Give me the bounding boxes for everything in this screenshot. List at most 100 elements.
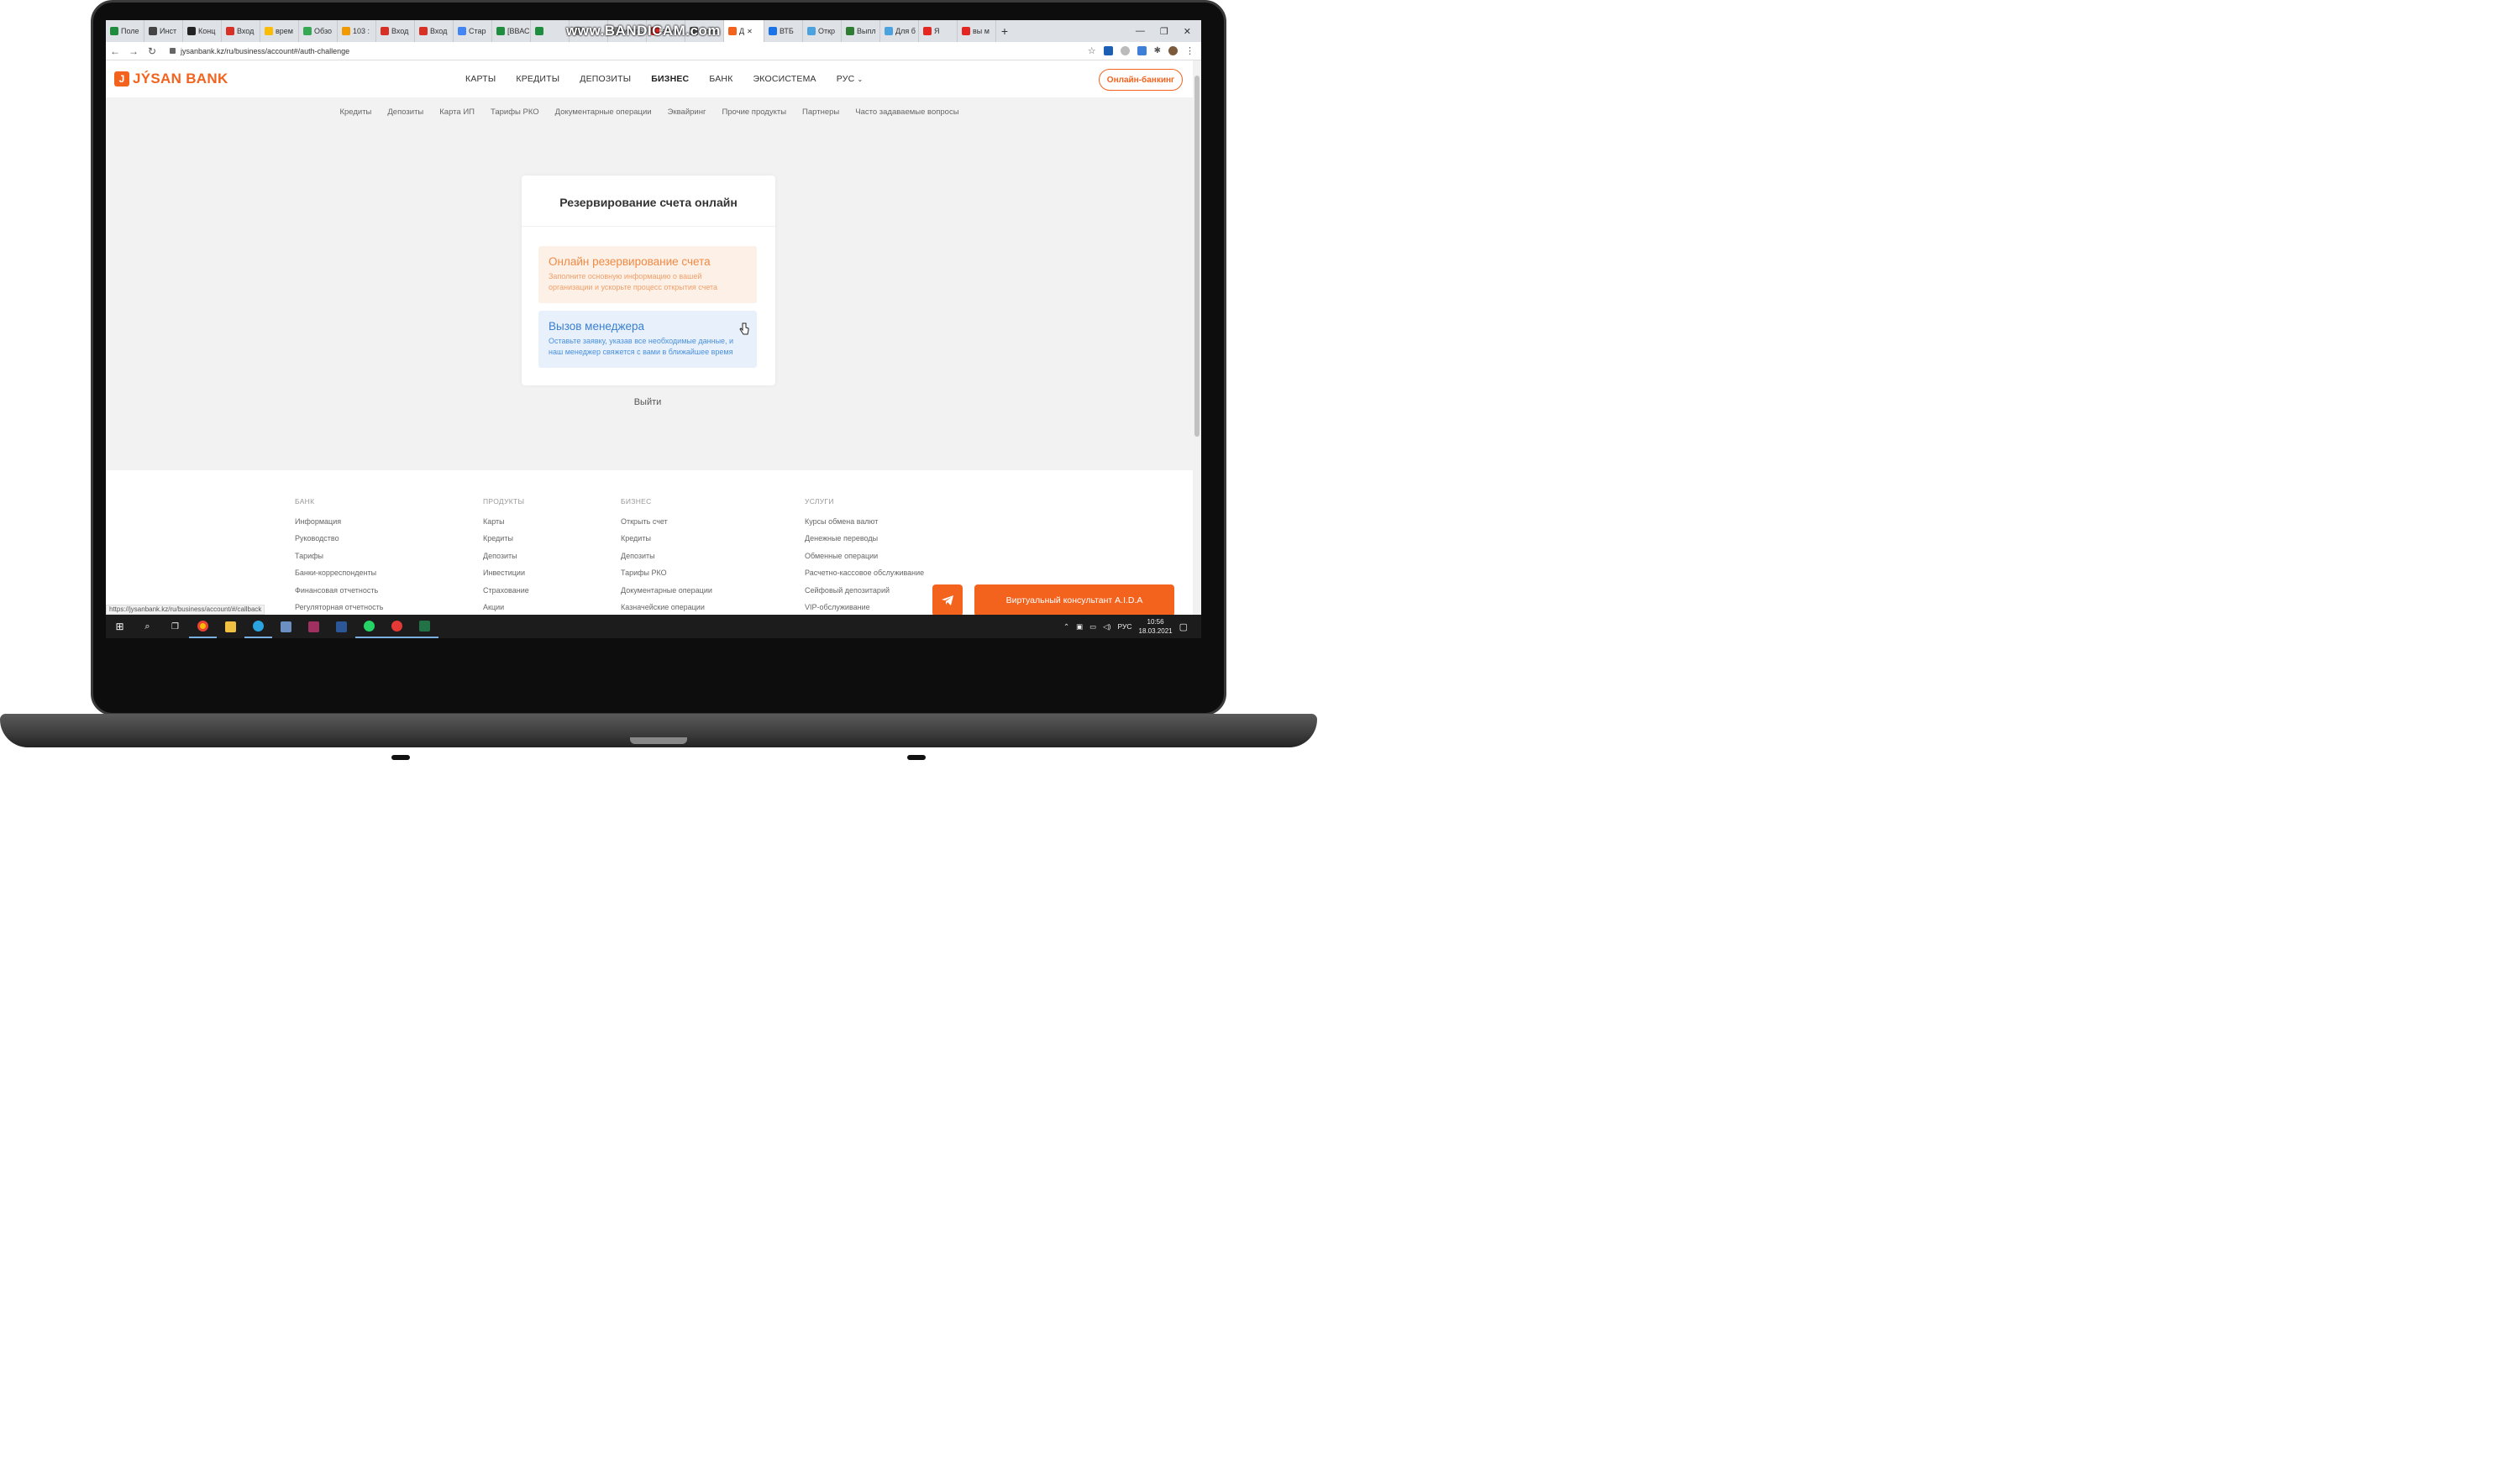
- nav-item-cards[interactable]: КАРТЫ: [465, 74, 496, 84]
- telegram-app-icon[interactable]: [244, 615, 272, 638]
- telegram-button[interactable]: [932, 584, 963, 616]
- menu-dots-icon[interactable]: ⋮: [1185, 45, 1194, 56]
- nav-item-deposits[interactable]: ДЕПОЗИТЫ: [580, 74, 631, 84]
- footer-link[interactable]: Сейфовый депозитарий: [805, 586, 924, 603]
- extension-icon[interactable]: [1137, 46, 1147, 55]
- app-icon[interactable]: [272, 615, 300, 638]
- bandicam-icon[interactable]: [383, 615, 411, 638]
- footer-link[interactable]: Банки-корреспонденты: [295, 569, 383, 585]
- online-banking-button[interactable]: Онлайн-банкинг: [1099, 69, 1183, 91]
- browser-tab[interactable]: Д ✕: [724, 20, 764, 42]
- browser-tab[interactable]: Для б: [880, 20, 919, 42]
- back-icon[interactable]: ←: [106, 45, 124, 57]
- browser-tab[interactable]: 103 :: [338, 20, 376, 42]
- whatsapp-icon[interactable]: [355, 615, 383, 638]
- subnav-item-documentary[interactable]: Документарные операции: [555, 107, 652, 117]
- scrollbar-thumb[interactable]: [1194, 76, 1200, 437]
- browser-tab[interactable]: вы м: [958, 20, 996, 42]
- footer-link[interactable]: Страхование: [483, 586, 529, 603]
- browser-tab[interactable]: Инст: [144, 20, 183, 42]
- profile-avatar[interactable]: [1168, 46, 1178, 55]
- tray-chevron-icon[interactable]: ⌃: [1063, 622, 1069, 632]
- footer-link[interactable]: Финансовая отчетность: [295, 586, 383, 603]
- subnav-item-rko-tariffs[interactable]: Тарифы РКО: [491, 107, 539, 117]
- file-explorer-icon[interactable]: [217, 615, 244, 638]
- footer-link[interactable]: Курсы обмена валют: [805, 517, 924, 534]
- footer-link[interactable]: Кредиты: [483, 534, 529, 551]
- browser-tab[interactable]: Поле: [106, 20, 144, 42]
- task-view-icon[interactable]: ❐: [161, 615, 189, 638]
- subnav-item-other[interactable]: Прочие продукты: [722, 107, 786, 117]
- footer-link[interactable]: Расчетно-кассовое обслуживание: [805, 569, 924, 585]
- footer-link[interactable]: Тарифы РКО: [621, 569, 712, 585]
- footer-link[interactable]: Инвестиции: [483, 569, 529, 585]
- footer-link[interactable]: Информация: [295, 517, 383, 534]
- footer-link[interactable]: Открыть счет: [621, 517, 712, 534]
- subnav-item-credits[interactable]: Кредиты: [339, 107, 371, 117]
- word-icon[interactable]: [328, 615, 355, 638]
- browser-tab[interactable]: Стар: [454, 20, 492, 42]
- footer-link[interactable]: Документарные операции: [621, 586, 712, 603]
- extension-icon[interactable]: [1103, 46, 1113, 55]
- clock[interactable]: 10:56 18.03.2021: [1139, 617, 1173, 636]
- footer-link[interactable]: Карты: [483, 517, 529, 534]
- volume-icon[interactable]: ◁): [1103, 622, 1110, 632]
- excel-icon[interactable]: [411, 615, 438, 638]
- virtual-consultant-button[interactable]: Виртуальный консультант A.I.D.A: [974, 584, 1174, 616]
- nav-item-ecosystem[interactable]: ЭКОСИСТЕМА: [753, 74, 816, 84]
- browser-tab[interactable]: Выпл: [842, 20, 880, 42]
- windows-start-icon[interactable]: ⊞: [106, 615, 134, 638]
- online-reservation-option[interactable]: Онлайн резервирование счета Заполните ос…: [538, 246, 757, 303]
- browser-tab[interactable]: Я: [919, 20, 958, 42]
- call-manager-option[interactable]: Вызов менеджера Оставьте заявку, указав …: [538, 311, 757, 368]
- nav-item-business[interactable]: БИЗНЕС: [651, 74, 689, 84]
- new-tab-button[interactable]: +: [996, 24, 1013, 38]
- forward-icon[interactable]: →: [124, 45, 143, 57]
- tab-favicon-icon: [923, 27, 932, 35]
- language-indicator[interactable]: РУС: [1118, 622, 1132, 631]
- browser-tab[interactable]: Обзо: [299, 20, 338, 42]
- browser-tab[interactable]: врем: [260, 20, 299, 42]
- chrome-icon[interactable]: [189, 615, 217, 638]
- footer-link[interactable]: Обменные операции: [805, 552, 924, 569]
- browser-tab[interactable]: ВТБ: [764, 20, 803, 42]
- reload-icon[interactable]: ↻: [143, 45, 161, 57]
- url-field[interactable]: jysanbank.kz/ru/business/account#/auth-c…: [170, 47, 349, 55]
- restore-icon[interactable]: ❐: [1160, 26, 1168, 37]
- network-icon[interactable]: ▭: [1089, 622, 1096, 632]
- footer-link[interactable]: Руководство: [295, 534, 383, 551]
- tab-label: Обзо: [314, 27, 332, 35]
- browser-tab[interactable]: Вход: [376, 20, 415, 42]
- winrar-icon[interactable]: [300, 615, 328, 638]
- footer-link[interactable]: Депозиты: [483, 552, 529, 569]
- close-tab-icon[interactable]: ✕: [747, 28, 753, 35]
- subnav-item-ip-card[interactable]: Карта ИП: [439, 107, 475, 117]
- minimize-icon[interactable]: —: [1136, 26, 1145, 37]
- browser-tab[interactable]: Вход: [222, 20, 260, 42]
- jysan-logo[interactable]: J JÝSAN BANK: [114, 71, 228, 87]
- subnav-item-faq[interactable]: Часто задаваемые вопросы: [855, 107, 958, 117]
- footer-link[interactable]: Кредиты: [621, 534, 712, 551]
- subnav-item-deposits[interactable]: Депозиты: [387, 107, 423, 117]
- browser-tab[interactable]: Откр: [803, 20, 842, 42]
- footer-link[interactable]: Тарифы: [295, 552, 383, 569]
- browser-tab[interactable]: [ВВАС: [492, 20, 531, 42]
- nav-item-bank[interactable]: БАНК: [709, 74, 732, 84]
- footer-link[interactable]: Депозиты: [621, 552, 712, 569]
- notifications-icon[interactable]: ▢: [1179, 621, 1188, 632]
- globe-icon[interactable]: [1120, 46, 1130, 55]
- tray-app-icon[interactable]: ▣: [1076, 622, 1083, 632]
- close-window-icon[interactable]: ✕: [1184, 26, 1191, 37]
- search-icon[interactable]: ⌕: [134, 615, 161, 638]
- subnav-item-partners[interactable]: Партнеры: [802, 107, 839, 117]
- puzzle-icon[interactable]: ✱: [1154, 46, 1161, 55]
- language-selector[interactable]: РУС ⌄: [837, 74, 864, 84]
- star-icon[interactable]: ☆: [1088, 45, 1096, 56]
- browser-tab[interactable]: Конц: [183, 20, 222, 42]
- browser-tab[interactable]: [531, 20, 570, 42]
- subnav-item-acquiring[interactable]: Эквайринг: [668, 107, 706, 117]
- footer-link[interactable]: Денежные переводы: [805, 534, 924, 551]
- nav-item-credits[interactable]: КРЕДИТЫ: [516, 74, 559, 84]
- logout-link[interactable]: Выйти: [618, 397, 677, 407]
- browser-tab[interactable]: Вход: [415, 20, 454, 42]
